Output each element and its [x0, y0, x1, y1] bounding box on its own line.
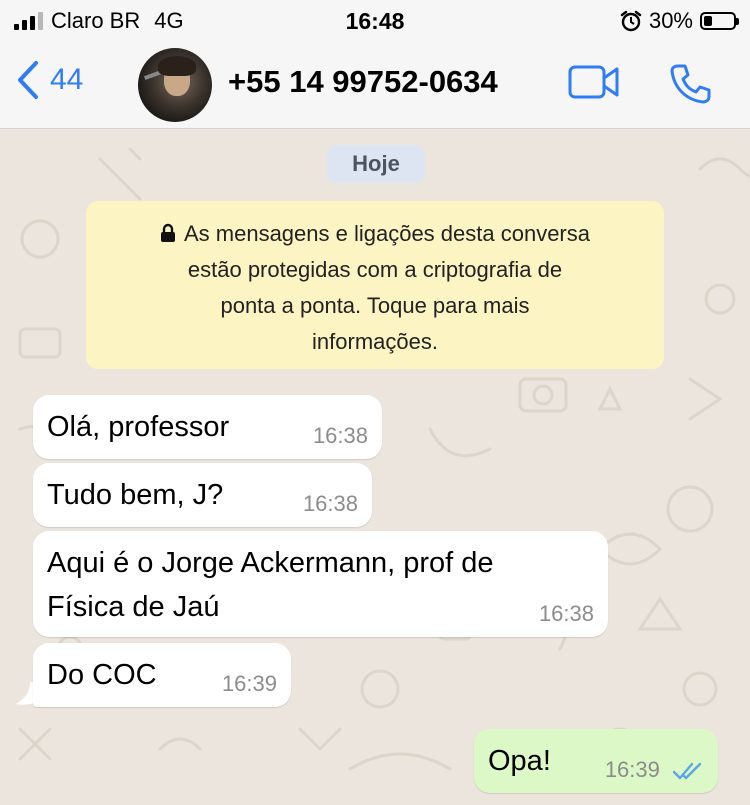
message-bubble-outgoing[interactable]: Opa! 16:39 — [474, 729, 718, 793]
avatar[interactable] — [138, 48, 212, 122]
alarm-icon — [620, 10, 642, 32]
message-text: Tudo bem, J? — [47, 479, 224, 511]
encryption-notice[interactable]: As mensagens e ligações desta conversa e… — [86, 201, 664, 369]
back-button[interactable]: 44 — [16, 60, 83, 100]
phone-call-icon — [670, 64, 711, 104]
message-time: 16:39 — [221, 671, 277, 696]
contact-name[interactable]: +55 14 99752-0634 — [228, 64, 498, 100]
message-text: Aqui é o Jorge Ackermann, prof de Física… — [47, 541, 494, 629]
chat-area[interactable]: Hoje As mensagens e ligações desta conve… — [0, 129, 750, 805]
video-call-icon — [568, 65, 619, 99]
back-chevron-icon — [18, 61, 38, 99]
notice-line: informações. — [312, 329, 438, 354]
date-separator: Hoje — [327, 145, 425, 183]
message-bubble-incoming[interactable]: Aqui é o Jorge Ackermann, prof de Física… — [33, 531, 608, 637]
battery-fill — [704, 16, 712, 26]
notice-line: As mensagens e ligações desta conversa — [183, 221, 590, 246]
message-bubble-incoming[interactable]: Do COC 16:39 — [33, 643, 291, 707]
video-call-button[interactable] — [568, 64, 620, 105]
message-time: 16:38 — [302, 491, 358, 516]
status-bar: Claro BR 4G 16:48 30% — [0, 0, 750, 42]
message-time: 16:38 — [312, 423, 368, 448]
notice-line: ponta a ponta. Toque para mais — [220, 293, 530, 318]
unread-count: 44 — [50, 63, 84, 96]
message-line: Física de Jaú — [47, 591, 220, 623]
message-text: Do COC — [47, 659, 157, 691]
message-text: Opa! — [488, 745, 551, 777]
message-bubble-incoming[interactable]: Olá, professor 16:38 — [33, 395, 382, 459]
battery-percent: 30% — [648, 8, 693, 33]
lock-icon — [160, 223, 175, 242]
phone-call-button[interactable] — [668, 62, 712, 111]
battery-icon — [700, 12, 739, 30]
message-text: Olá, professor — [47, 411, 230, 443]
message-time: 16:39 — [604, 757, 660, 782]
message-bubble-incoming[interactable]: Tudo bem, J? 16:38 — [33, 463, 372, 527]
notice-line: estão protegidas com a criptografia de — [187, 257, 563, 282]
message-time: 16:38 — [538, 601, 594, 626]
message-meta: 16:39 — [605, 757, 704, 783]
chat-header: 44 +55 14 99752-0634 — [0, 42, 750, 129]
status-right: 30% — [620, 8, 739, 34]
double-check-icon — [672, 762, 702, 780]
message-line: Aqui é o Jorge Ackermann, prof de — [47, 547, 494, 579]
